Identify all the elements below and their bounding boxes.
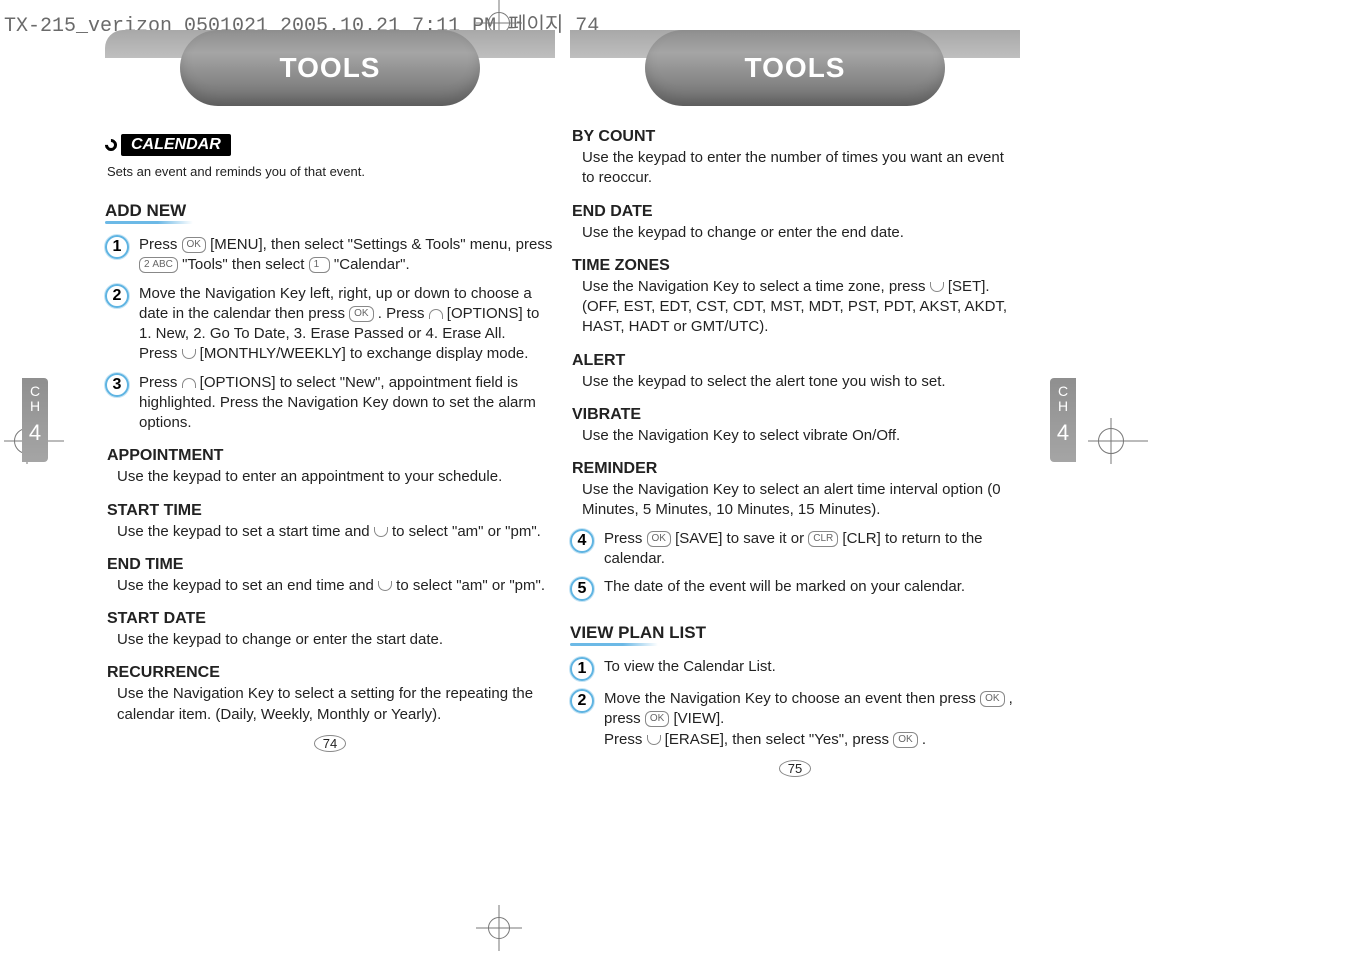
ok-key-icon: OK (893, 732, 917, 748)
ok-key-icon: OK (645, 711, 669, 727)
body-start-time: Use the keypad to set a start time and t… (117, 522, 551, 542)
page-number-74: 74 (105, 735, 555, 752)
ok-key-icon: OK (980, 691, 1004, 707)
chapter-ribbon-left: CH 4 (22, 378, 48, 462)
heading-end-time: END TIME (107, 556, 555, 574)
ok-key-icon: OK (182, 237, 206, 253)
heading-start-date: START DATE (107, 610, 555, 628)
step-5: 5 The date of the event will be marked o… (570, 577, 1020, 601)
page-title: TOOLS (280, 52, 381, 84)
section-add-new: ADD NEW (105, 201, 186, 221)
two-key-icon: 2 ABC (139, 257, 178, 273)
one-key-icon: 1 (309, 257, 330, 273)
ok-key-icon: OK (349, 306, 373, 322)
viewplan-step-2: 2 Move the Navigation Key to choose an e… (570, 689, 1020, 750)
page-header: TOOLS (105, 30, 555, 108)
page-number-75: 75 (570, 760, 1020, 777)
heading-start-time: START TIME (107, 502, 555, 520)
left-softkey-icon (930, 282, 944, 292)
left-softkey-icon (378, 581, 392, 591)
step-1: 1 Press OK [MENU], then select "Settings… (105, 235, 555, 276)
body-appointment: Use the keypad to enter an appointment t… (117, 467, 551, 487)
ok-key-icon: OK (647, 531, 671, 547)
body-reminder: Use the Navigation Key to select an aler… (582, 480, 1016, 521)
step-3: 3 Press [OPTIONS] to select "New", appoi… (105, 373, 555, 434)
calendar-subtext: Sets an event and reminds you of that ev… (107, 164, 555, 179)
right-softkey-icon (429, 309, 443, 319)
heading-end-date: END DATE (572, 203, 1020, 221)
body-start-date: Use the keypad to change or enter the st… (117, 630, 551, 650)
step-4: 4 Press OK [SAVE] to save it or CLR [CLR… (570, 529, 1020, 570)
step-2: 2 Move the Navigation Key left, right, u… (105, 284, 555, 365)
left-softkey-icon (647, 735, 661, 745)
heading-reminder: REMINDER (572, 460, 1020, 478)
body-time-zones: Use the Navigation Key to select a time … (582, 277, 1016, 338)
right-softkey-icon (182, 378, 196, 388)
section-view-plan-list: VIEW PLAN LIST (570, 623, 706, 643)
manual-page-74: TOOLS CALENDAR Sets an event and reminds… (105, 30, 555, 752)
left-softkey-icon (374, 527, 388, 537)
heading-time-zones: TIME ZONES (572, 257, 1020, 275)
body-alert: Use the keypad to select the alert tone … (582, 372, 1016, 392)
heading-recurrence: RECURRENCE (107, 664, 555, 682)
heading-alert: ALERT (572, 352, 1020, 370)
left-softkey-icon (182, 349, 196, 359)
viewplan-step-1: 1 To view the Calendar List. (570, 657, 1020, 681)
body-end-time: Use the keypad to set an end time and to… (117, 576, 551, 596)
body-vibrate: Use the Navigation Key to select vibrate… (582, 426, 1016, 446)
calendar-heading: CALENDAR (105, 134, 231, 156)
body-end-date: Use the keypad to change or enter the en… (582, 223, 1016, 243)
chapter-ribbon-right: CH 4 (1050, 378, 1076, 462)
page-header: TOOLS (570, 30, 1020, 108)
manual-page-75: TOOLS BY COUNT Use the keypad to enter t… (570, 30, 1020, 777)
registration-mark-bottom (476, 905, 522, 951)
page-title: TOOLS (745, 52, 846, 84)
body-recurrence: Use the Navigation Key to select a setti… (117, 684, 551, 725)
body-by-count: Use the keypad to enter the number of ti… (582, 148, 1016, 189)
heading-by-count: BY COUNT (572, 128, 1020, 146)
registration-mark-right (1088, 418, 1134, 464)
clr-key-icon: CLR (808, 531, 838, 547)
heading-vibrate: VIBRATE (572, 406, 1020, 424)
heading-appointment: APPOINTMENT (107, 447, 555, 465)
